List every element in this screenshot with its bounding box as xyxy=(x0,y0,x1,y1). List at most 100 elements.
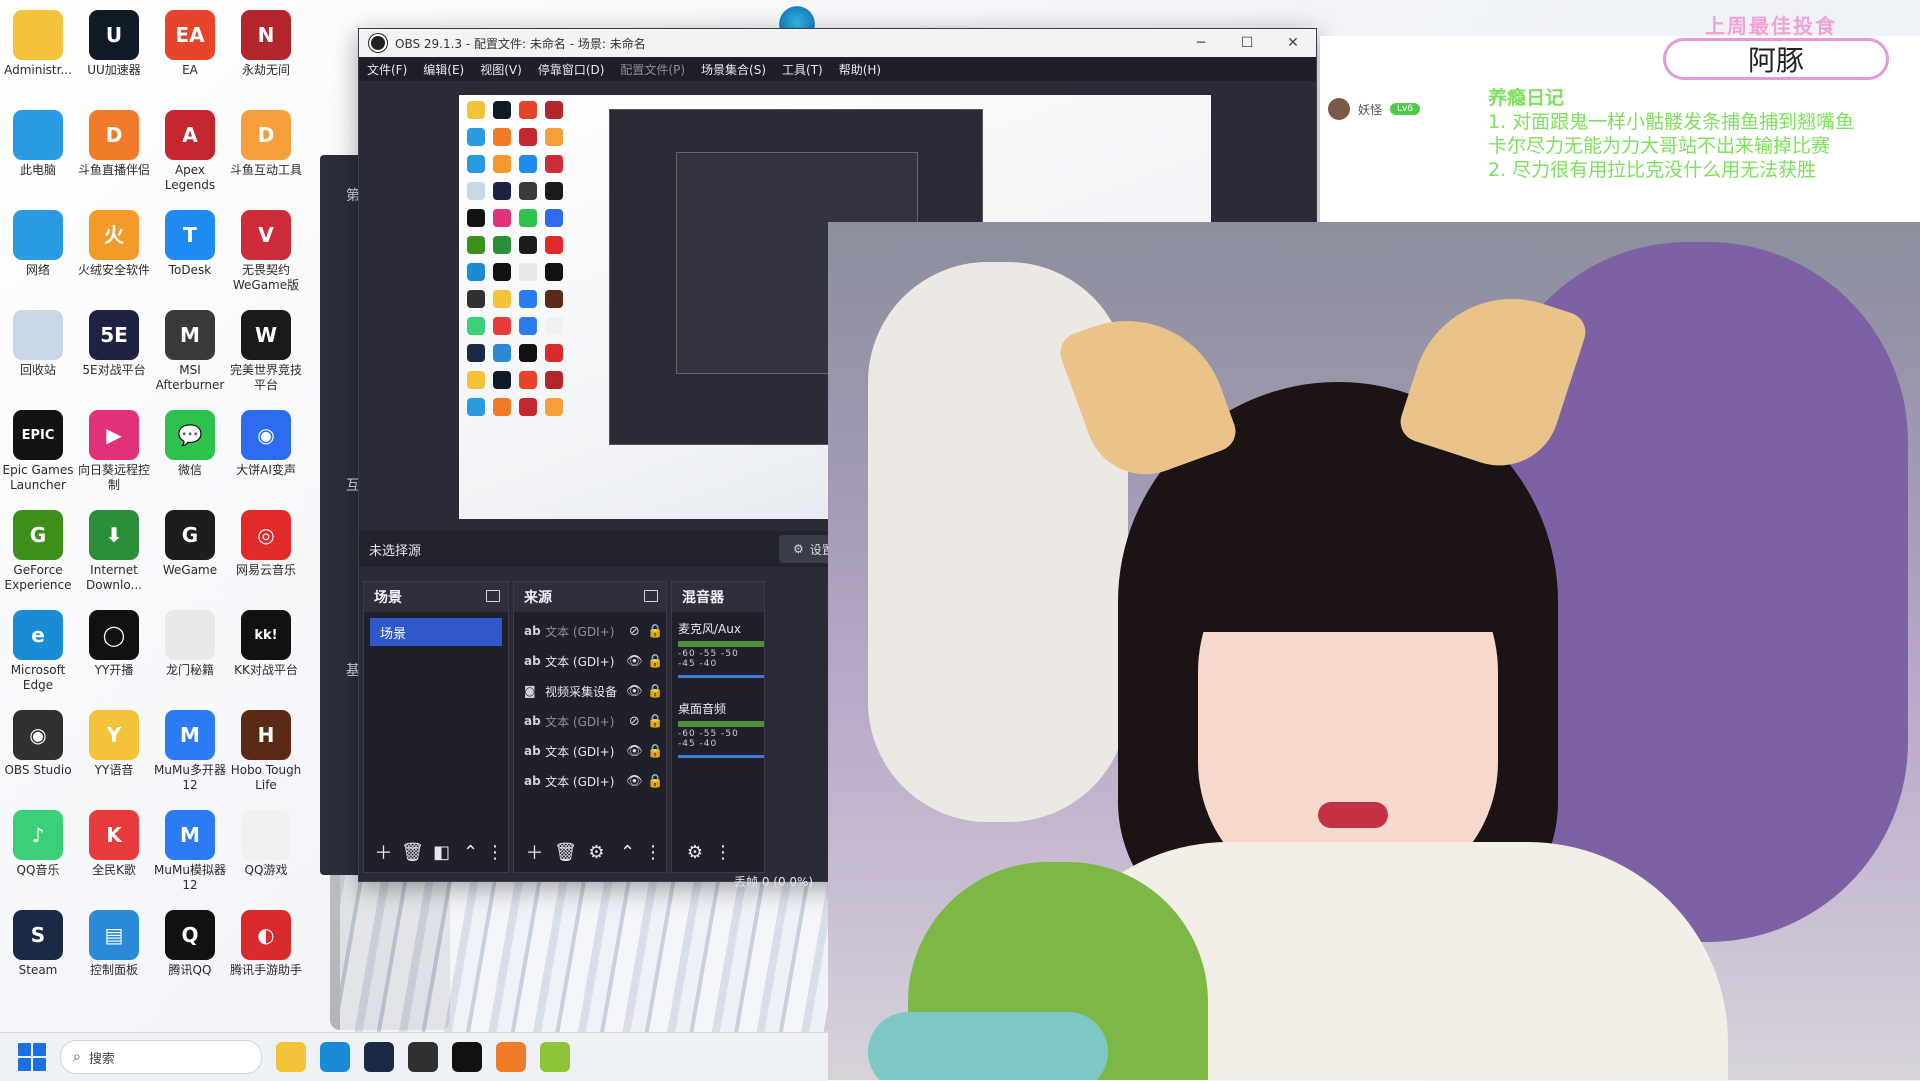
obs-titlebar[interactable]: OBS 29.1.3 - 配置文件: 未命名 - 场景: 未命名 ─ ☐ ✕ xyxy=(359,29,1316,57)
desktop-icon[interactable]: Q 腾讯QQ xyxy=(152,906,228,978)
menu-item[interactable]: 工具(T) xyxy=(782,61,823,78)
mic-volume-slider[interactable] xyxy=(678,675,764,678)
close-button[interactable]: ✕ xyxy=(1270,29,1316,57)
desktop-icon[interactable]: ▤ 控制面板 xyxy=(76,906,152,978)
desktop-icon[interactable]: 火火绒安全软件 xyxy=(76,206,152,278)
taskbar-edge-icon[interactable] xyxy=(320,1042,350,1072)
add-scene-button[interactable]: ＋ xyxy=(372,837,395,867)
menu-item[interactable]: 配置文件(P) xyxy=(620,61,685,78)
move-scene-up-button[interactable]: ⌃ xyxy=(459,837,482,867)
scene-filters-button[interactable]: ◧ xyxy=(430,837,453,867)
remove-scene-button[interactable]: 🗑 xyxy=(401,837,424,867)
move-source-up-button[interactable]: ⌃ xyxy=(615,837,640,867)
taskbar-douyu-icon[interactable] xyxy=(496,1042,526,1072)
desktop-icon[interactable]: G WeGame xyxy=(152,506,228,578)
taskbar-search[interactable]: ⌕ 搜索 xyxy=(60,1040,262,1074)
desktop-icon[interactable]: D 斗鱼互动工具 xyxy=(228,106,304,178)
desktop-icon[interactable]: M MuMu多开器12 xyxy=(152,706,228,793)
desktop-icon[interactable]: ◉ OBS Studio xyxy=(0,706,76,778)
mixer-more-icon[interactable]: ⋮ xyxy=(714,837,732,867)
desktop-icon[interactable]: ♪ QQ音乐 xyxy=(0,806,76,878)
desktop-icon[interactable]: Y YY语音 xyxy=(76,706,152,778)
source-list-item[interactable]: ab 文本 (GDI+) ⊘ 🔒 xyxy=(514,616,666,646)
desktop-icon[interactable]: K 全民K歌 xyxy=(76,806,152,878)
source-list-item[interactable]: ab 文本 (GDI+) ⊘ 🔒 xyxy=(514,706,666,736)
lock-icon[interactable]: 🔒 xyxy=(645,654,666,669)
remove-source-button[interactable]: 🗑 xyxy=(553,837,578,867)
desktop-icon[interactable]: ▶ 向日葵远程控制 xyxy=(76,406,152,493)
hidden-eye-icon[interactable]: ⊘ xyxy=(624,714,645,729)
taskbar-obs-icon[interactable] xyxy=(408,1042,438,1072)
source-more-icon[interactable]: ⋮ xyxy=(644,837,662,867)
menu-item[interactable]: 编辑(E) xyxy=(423,61,464,78)
menu-item[interactable]: 帮助(H) xyxy=(839,61,881,78)
lock-icon[interactable]: 🔒 xyxy=(645,774,666,789)
preview-mini-icon xyxy=(519,101,537,119)
menu-item[interactable]: 场景集合(S) xyxy=(701,61,766,78)
desktop-icon[interactable]: 此电脑 xyxy=(0,106,76,178)
lock-icon[interactable]: 🔒 xyxy=(645,744,666,759)
desktop-icon[interactable]: N 永劫无间 xyxy=(228,6,304,78)
minimize-button[interactable]: ─ xyxy=(1178,29,1224,57)
source-properties-button[interactable]: ⚙ xyxy=(584,837,609,867)
taskbar-dota-icon[interactable] xyxy=(540,1042,570,1072)
desktop-icon[interactable]: U UU加速器 xyxy=(76,6,152,78)
desktop-icon[interactable]: ◎ 网易云音乐 xyxy=(228,506,304,578)
lock-icon[interactable]: 🔒 xyxy=(645,714,666,729)
desktop-icon[interactable]: 💬 微信 xyxy=(152,406,228,478)
desktop-icon[interactable]: EA EA xyxy=(152,6,228,78)
scene-list-item[interactable]: 场景 xyxy=(370,618,502,646)
undock-icon[interactable] xyxy=(644,590,658,602)
desktop-icon[interactable]: 回收站 xyxy=(0,306,76,378)
app-icon: ◉ xyxy=(241,410,291,460)
taskbar-steam-icon[interactable] xyxy=(364,1042,394,1072)
desktop-icon[interactable]: EPIC Epic Games Launcher xyxy=(0,406,76,493)
visibility-eye-icon[interactable]: 👁 xyxy=(624,654,645,669)
desktop-icon[interactable]: M MSI Afterburner xyxy=(152,306,228,393)
desktop-icon[interactable]: A Apex Legends xyxy=(152,106,228,193)
desktop-icon[interactable]: 龙门秘籍 xyxy=(152,606,228,678)
desktop-icon[interactable]: Administr... xyxy=(0,6,76,78)
desktop-icon[interactable]: kk! KK对战平台 xyxy=(228,606,304,678)
desktop-icon[interactable]: W 完美世界竞技平台 xyxy=(228,306,304,393)
mixer-channel-desktop[interactable]: 桌面音频 -60 -55 -50 -45 -40 xyxy=(678,700,764,758)
desktop-icon[interactable]: e Microsoft Edge xyxy=(0,606,76,693)
desktop-volume-slider[interactable] xyxy=(678,755,764,758)
desktop-icon[interactable]: S Steam xyxy=(0,906,76,978)
mixer-channel-mic[interactable]: 麦克风/Aux -60 -55 -50 -45 -40 xyxy=(678,620,764,678)
visibility-eye-icon[interactable]: 👁 xyxy=(624,684,645,699)
visibility-eye-icon[interactable]: 👁 xyxy=(624,774,645,789)
desktop-icon[interactable]: G GeForce Experience xyxy=(0,506,76,593)
source-list-item[interactable]: ab 文本 (GDI+) 👁 🔒 xyxy=(514,766,666,796)
source-list-item[interactable]: ab 文本 (GDI+) 👁 🔒 xyxy=(514,736,666,766)
visibility-eye-icon[interactable]: 👁 xyxy=(624,744,645,759)
menu-item[interactable]: 停靠窗口(D) xyxy=(538,61,605,78)
desktop-icon[interactable]: 网络 xyxy=(0,206,76,278)
source-list-item[interactable]: ◙ 视频采集设备 👁 🔒 xyxy=(514,676,666,706)
desktop-icon[interactable]: ◐ 腾讯手游助手 xyxy=(228,906,304,978)
desktop-icon[interactable]: H Hobo Tough Life xyxy=(228,706,304,793)
desktop-icon[interactable]: 5E 5E对战平台 xyxy=(76,306,152,378)
hidden-eye-icon[interactable]: ⊘ xyxy=(624,624,645,639)
lock-icon[interactable]: 🔒 xyxy=(645,684,666,699)
desktop-icon[interactable]: V 无畏契约 WeGame版 xyxy=(228,206,304,293)
taskbar-file-explorer-icon[interactable] xyxy=(276,1042,306,1072)
add-source-button[interactable]: ＋ xyxy=(522,837,547,867)
menu-item[interactable]: 文件(F) xyxy=(367,61,407,78)
desktop-icon[interactable]: QQ游戏 xyxy=(228,806,304,878)
desktop-icon[interactable]: ⬇ Internet Downlo... xyxy=(76,506,152,593)
lock-icon[interactable]: 🔒 xyxy=(645,624,666,639)
taskbar-yy-icon[interactable] xyxy=(452,1042,482,1072)
advanced-audio-button[interactable]: ⚙ xyxy=(680,837,710,867)
maximize-button[interactable]: ☐ xyxy=(1224,29,1270,57)
desktop-icon[interactable]: D 斗鱼直播伴侣 xyxy=(76,106,152,178)
menu-item[interactable]: 视图(V) xyxy=(480,61,522,78)
desktop-icon[interactable]: M MuMu模拟器12 xyxy=(152,806,228,893)
desktop-icon[interactable]: ◯ YY开播 xyxy=(76,606,152,678)
desktop-icon[interactable]: T ToDesk xyxy=(152,206,228,278)
undock-icon[interactable] xyxy=(486,590,500,602)
scene-more-icon[interactable]: ⋮ xyxy=(486,837,504,867)
windows-start-icon[interactable] xyxy=(18,1043,46,1071)
desktop-icon[interactable]: ◉ 大饼AI变声 xyxy=(228,406,304,478)
source-list-item[interactable]: ab 文本 (GDI+) 👁 🔒 xyxy=(514,646,666,676)
